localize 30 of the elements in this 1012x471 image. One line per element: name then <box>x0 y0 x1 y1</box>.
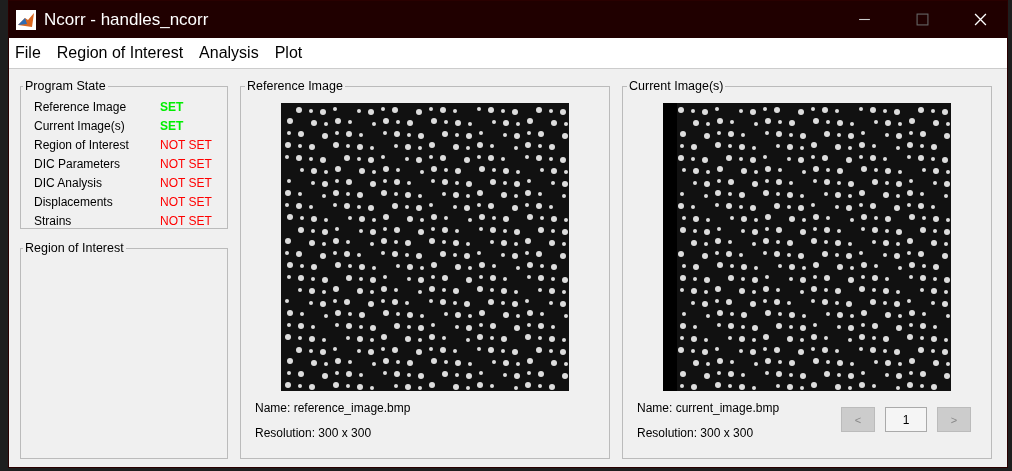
state-status: SET <box>160 118 184 133</box>
menu-item[interactable]: Plot <box>274 44 303 62</box>
window-title: Ncorr - handles_ncorr <box>44 9 209 30</box>
state-label: DIC Analysis <box>34 175 104 190</box>
menu-item[interactable]: Region of Interest <box>56 44 184 62</box>
state-status: NOT SET <box>160 213 212 228</box>
state-label: Strains <box>34 213 73 228</box>
menu-item[interactable]: File <box>15 44 41 62</box>
state-label: Current Image(s) <box>34 118 126 133</box>
panel-title: Reference Image <box>246 79 344 93</box>
app-logo-icon <box>16 9 36 30</box>
image-name: Name: reference_image.bmp <box>255 401 411 415</box>
state-status: NOT SET <box>160 194 212 209</box>
state-label: DIC Parameters <box>34 156 122 171</box>
state-status: SET <box>160 99 184 114</box>
image-resolution: Resolution: 300 x 300 <box>637 426 755 440</box>
close-icon[interactable] <box>974 13 987 26</box>
state-status: NOT SET <box>160 156 212 171</box>
panel-title: Current Image(s) <box>628 79 725 93</box>
state-status: NOT SET <box>160 175 212 190</box>
state-label: Displacements <box>34 194 114 209</box>
state-label: Reference Image <box>34 99 128 114</box>
menu-item[interactable]: Analysis <box>199 44 259 62</box>
panel-title: Program State <box>24 79 107 93</box>
state-label: Region of Interest <box>34 137 130 152</box>
image-resolution: Resolution: 300 x 300 <box>255 426 373 440</box>
panel-title: Region of Interest <box>24 241 125 255</box>
state-status: NOT SET <box>160 137 212 152</box>
image-name: Name: current_image.bmp <box>637 401 780 415</box>
page-field[interactable]: 1 <box>885 407 927 432</box>
